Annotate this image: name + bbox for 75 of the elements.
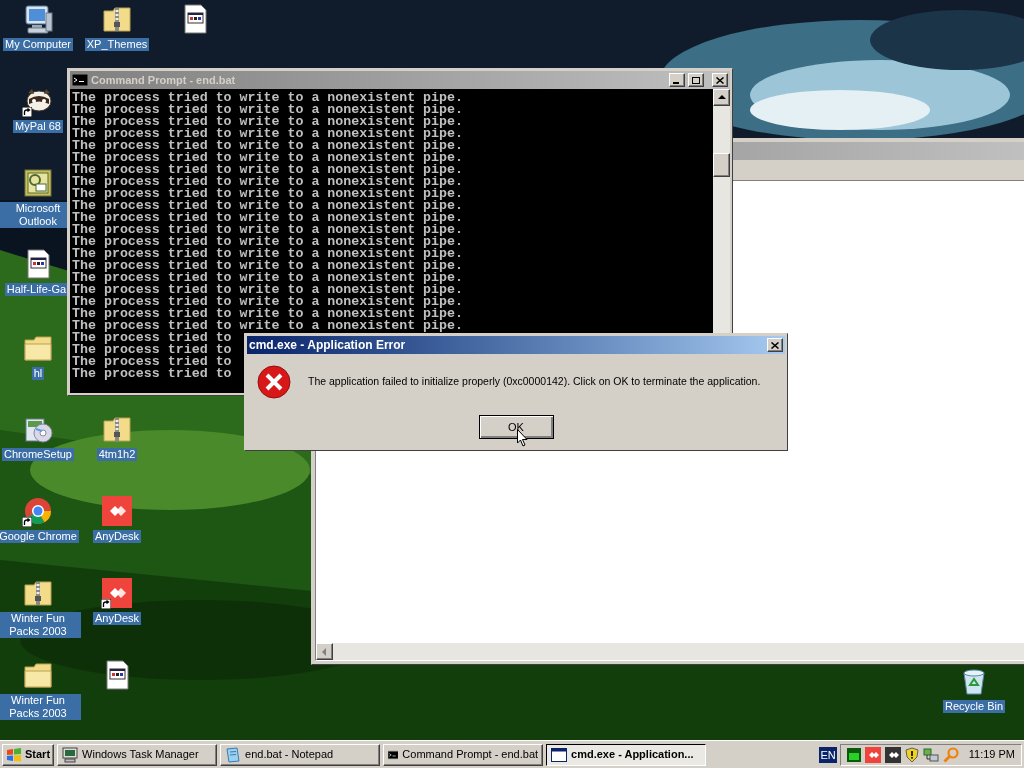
console-line: The process tried to write to a nonexistent pipe.: [72, 236, 463, 248]
console-line: The process tried to write to a nonexistent pipe.: [72, 272, 463, 284]
console-line: The process tried to write to a nonexistent pipe.: [72, 224, 463, 236]
icon-label: XP_Themes: [84, 38, 150, 51]
close-button[interactable]: [712, 73, 728, 87]
console-icon: [388, 748, 399, 761]
taskbar-button[interactable]: cmd.exe - Application...: [546, 743, 707, 766]
maximize-icon: [692, 76, 700, 84]
console-line: The process tried to: [72, 344, 232, 356]
console-line: The process tried to write to a nonexistent pipe.: [72, 128, 463, 140]
dialog-title: cmd.exe - Application Error: [249, 337, 407, 354]
diamond-logo-icon[interactable]: [884, 746, 901, 763]
close-icon: [771, 341, 779, 349]
taskbar-button[interactable]: Windows Task Manager: [57, 743, 218, 766]
cursor-icon: [516, 429, 529, 447]
scroll-thumb[interactable]: [713, 153, 730, 177]
start-button[interactable]: Start: [2, 743, 55, 766]
console-line: The process tried to write to a nonexistent pipe.: [72, 104, 463, 116]
diamond-logo-icon[interactable]: [101, 577, 133, 609]
icon-label: AnyDesk: [93, 530, 141, 543]
shield-icon[interactable]: [904, 746, 919, 763]
left-arrow-icon: [322, 647, 327, 656]
error-message: The application failed to initialize properly (0xc0000142). Click on OK to terminate the application.: [308, 374, 761, 390]
browser-icon[interactable]: [22, 495, 54, 527]
notepad-icon: [225, 746, 242, 763]
console-line: The process tried to write to a nonexistent pipe.: [72, 188, 463, 200]
console-line: The process tried to write to a nonexistent pipe.: [72, 308, 463, 320]
icon-label: My Computer: [3, 38, 73, 51]
computer-icon[interactable]: [22, 3, 54, 35]
console-line: The process tried to write to a nonexistent pipe.: [72, 284, 463, 296]
console-line: The process tried to: [72, 368, 232, 380]
up-arrow-icon: [717, 95, 726, 100]
minimize-button[interactable]: [669, 73, 685, 87]
console-line: The process tried to write to a nonexistent pipe.: [72, 164, 463, 176]
grid-icon[interactable]: [846, 747, 861, 762]
window-title: Command Prompt - end.bat: [91, 72, 237, 88]
console-line: The process tried to write to a nonexistent pipe.: [72, 212, 463, 224]
console-line: The process tried to write to a nonexistent pipe.: [72, 296, 463, 308]
taskbar-button[interactable]: end.bat - Notepad: [220, 743, 381, 766]
icon-label: Winter Fun Packs 2003: [0, 694, 81, 720]
horizontal-scrollbar[interactable]: [316, 643, 1024, 660]
console-line: The process tried to: [72, 356, 232, 368]
icon-label: Recycle Bin: [942, 700, 1006, 713]
network-icon[interactable]: [922, 746, 939, 763]
icon-label: Google Chrome: [0, 530, 79, 543]
icon-label: AnyDesk: [93, 612, 141, 625]
console-line: The process tried to write to a nonexistent pipe.: [72, 320, 463, 332]
scroll-up-button[interactable]: [713, 89, 730, 106]
console-icon: [72, 74, 88, 86]
console-line: The process tried to: [72, 332, 232, 344]
scroll-left-button[interactable]: [316, 643, 333, 660]
maximize-button[interactable]: [688, 73, 704, 87]
console-line: The process tried to write to a nonexistent pipe.: [72, 248, 463, 260]
diamond-logo-icon[interactable]: [101, 495, 133, 527]
icon-label: MyPal 68: [13, 120, 63, 133]
monitor-icon: [62, 746, 79, 763]
console-line: The process tried to write to a nonexistent pipe.: [72, 116, 463, 128]
close-icon: [716, 76, 724, 84]
console-line: The process tried to write to a nonexistent pipe.: [72, 176, 463, 188]
icon-label: ChromeSetup: [2, 448, 74, 461]
close-button[interactable]: [767, 338, 783, 352]
clock: 11:19 PM: [968, 747, 1015, 763]
console-line: The process tried to write to a nonexistent pipe.: [72, 200, 463, 212]
console-line: The process tried to write to a nonexistent pipe.: [72, 92, 463, 104]
window-icon: [551, 747, 568, 762]
error-icon: [257, 365, 291, 399]
icon-label: 4tm1h2: [96, 448, 138, 461]
console-line: The process tried to write to a nonexistent pipe.: [72, 152, 463, 164]
console-line: The process tried to write to a nonexistent pipe.: [72, 260, 463, 272]
language-indicator[interactable]: EN: [819, 746, 837, 763]
taskbar-button[interactable]: Command Prompt - end.bat: [383, 743, 544, 766]
icon-label: Winter Fun Packs 2003: [0, 612, 81, 638]
console-line: The process tried to write to a nonexistent pipe.: [72, 140, 463, 152]
windows-logo-icon: [6, 747, 22, 762]
ok-button[interactable]: OK: [478, 415, 554, 440]
